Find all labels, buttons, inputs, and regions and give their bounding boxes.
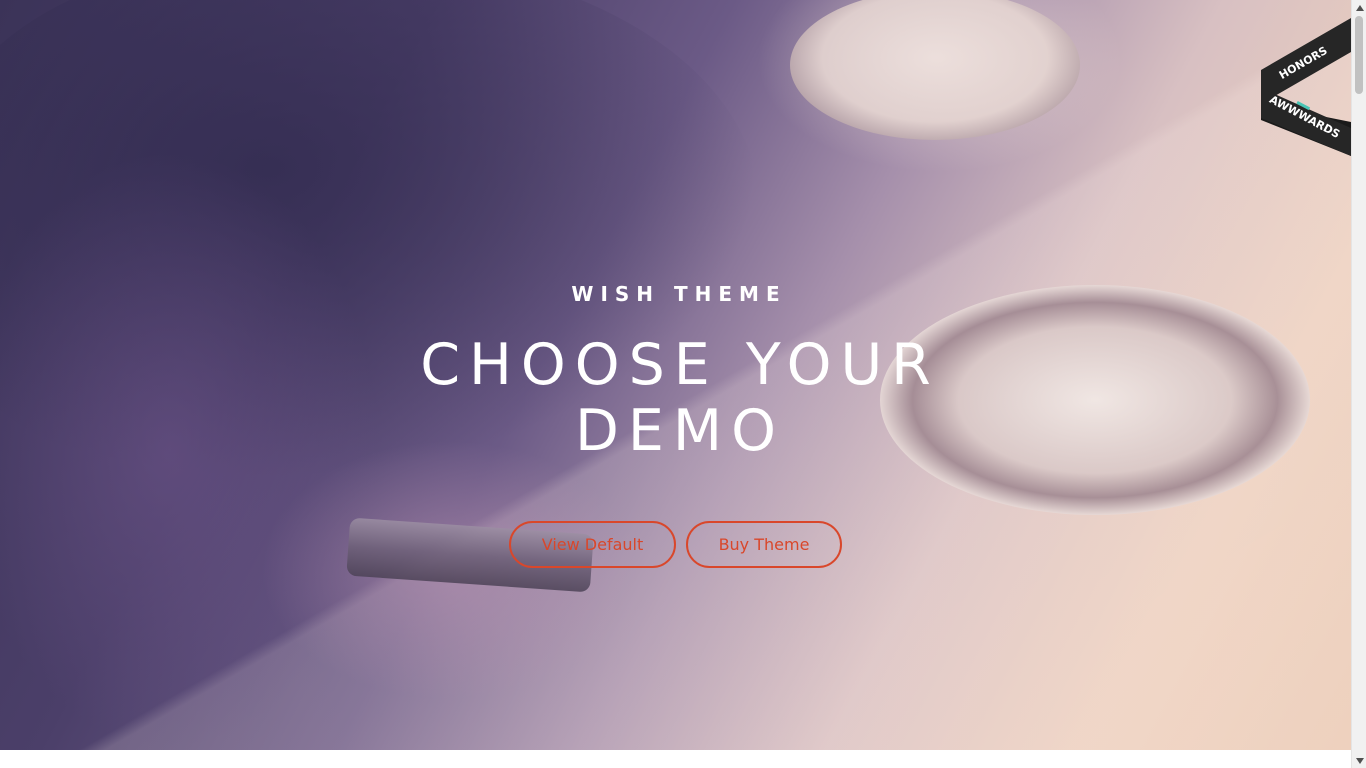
triangle-down-icon[interactable] xyxy=(1352,753,1366,768)
theme-name: WISH THEME xyxy=(571,282,787,306)
cta-row: View Default Buy Theme xyxy=(509,521,842,568)
triangle-up-icon[interactable] xyxy=(1352,0,1366,15)
hero-headline: CHOOSE YOUR DEMO xyxy=(420,332,940,464)
hero-content: WISH THEME CHOOSE YOUR DEMO View Default… xyxy=(0,0,1351,750)
hero-section: WISH THEME CHOOSE YOUR DEMO View Default… xyxy=(0,0,1351,750)
scrollbar-thumb[interactable] xyxy=(1355,16,1363,94)
awwwards-honors-ribbon[interactable]: HONORS AWWWARDS xyxy=(1261,0,1351,160)
buy-theme-button[interactable]: Buy Theme xyxy=(686,521,842,568)
view-default-button[interactable]: View Default xyxy=(509,521,676,568)
ribbon-icon: HONORS AWWWARDS xyxy=(1261,18,1351,156)
vertical-scrollbar[interactable] xyxy=(1351,0,1366,768)
